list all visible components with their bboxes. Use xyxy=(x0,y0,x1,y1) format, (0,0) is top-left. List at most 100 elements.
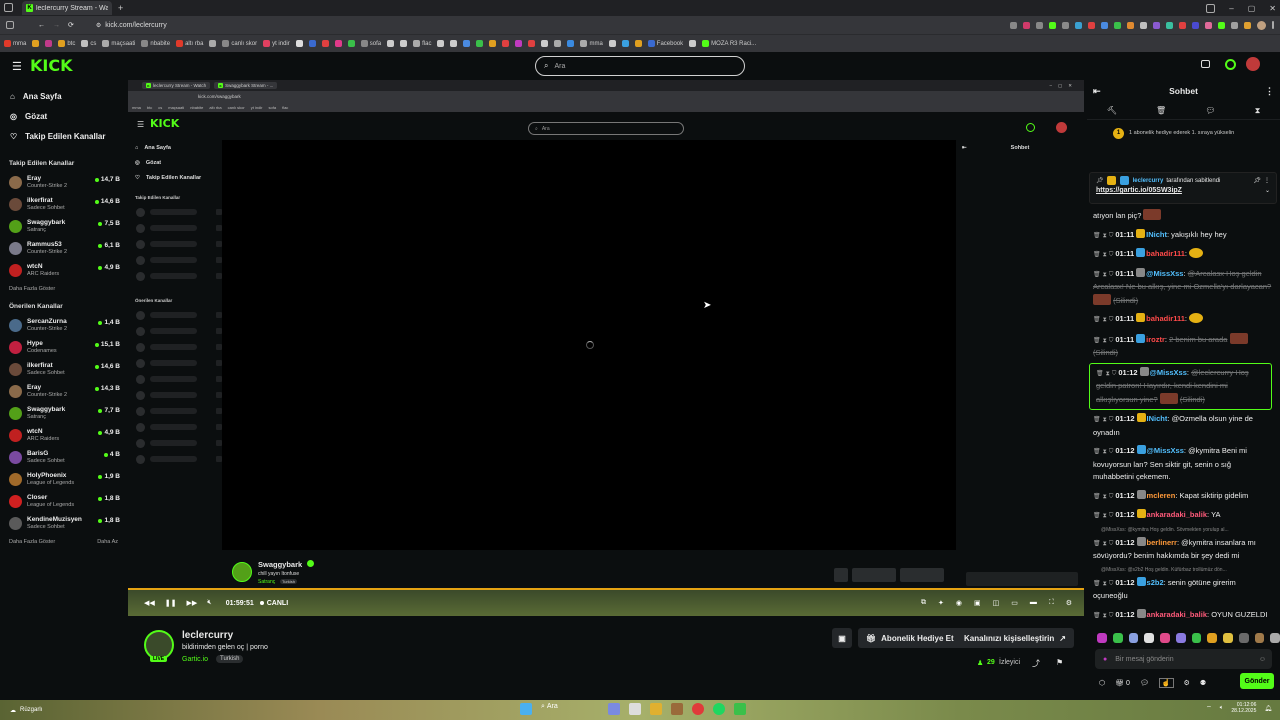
bookmark-item[interactable]: canlı skor xyxy=(222,40,257,47)
chat-message[interactable]: 🗑︎ ⧗ ⛉ 01:12 INicht: @Ozmella olsun yine de … xyxy=(1087,410,1280,442)
chat-username[interactable]: s2b2 xyxy=(1147,578,1164,587)
extension-icon[interactable] xyxy=(1088,21,1095,29)
sidebar-channel[interactable]: Eray Counter-Strike 2 14,3 B xyxy=(0,380,128,402)
hourglass-icon[interactable]: ⧗ xyxy=(1103,317,1107,323)
fullscreen-icon[interactable]: ⛶ xyxy=(1049,599,1054,607)
rewind-icon[interactable]: ◀◀ xyxy=(144,599,155,607)
emote-icon[interactable] xyxy=(1223,633,1233,643)
trash-icon[interactable]: 🗑︎ xyxy=(1156,106,1166,115)
settings-icon[interactable]: ⚙ xyxy=(1184,679,1190,687)
avatar[interactable] xyxy=(1246,57,1260,71)
back-icon[interactable]: ← xyxy=(38,22,45,29)
extension-icon[interactable] xyxy=(1062,21,1069,29)
sidebar-channel[interactable]: ilkerfirat Sadece Sohbet 14,6 B xyxy=(0,193,128,215)
unpin-icon[interactable]: 📌︎ xyxy=(1253,177,1261,184)
miniplayer-icon[interactable]: ▭ xyxy=(1011,599,1018,607)
ban-hammer-icon[interactable]: 🔨︎ xyxy=(1107,106,1117,115)
chat-message[interactable]: 🗑︎ ⧗ ⛉ 01:12 ankaradaki_balik: OYUN GUZELDI xyxy=(1087,606,1280,626)
clip-icon[interactable]: ⧉ xyxy=(921,599,926,607)
report-icon[interactable]: ⚑ xyxy=(1056,658,1063,667)
bookmark-item[interactable]: Facebook xyxy=(647,40,683,47)
chat-message[interactable]: 🗑︎ ⧗ ⛉ 01:11 @MissXss: @Arcalasx Hoş geldin … xyxy=(1087,265,1280,311)
kebab-menu-icon[interactable]: ⋮ xyxy=(1264,177,1270,184)
bookmark-item[interactable] xyxy=(554,40,562,47)
weather-icon[interactable]: ☁ xyxy=(10,707,16,714)
emote-icon[interactable] xyxy=(1254,633,1265,643)
chat-username[interactable]: ankaradaki_balik xyxy=(1147,510,1207,519)
vivaldi-icon[interactable] xyxy=(691,703,704,715)
bookmark-item[interactable]: mma xyxy=(4,40,26,47)
bookmark-item[interactable]: sofa xyxy=(360,40,381,47)
emote-icon[interactable] xyxy=(1112,633,1123,643)
bookmark-item[interactable]: btc xyxy=(58,40,75,47)
taskview-icon[interactable] xyxy=(628,703,641,715)
chevron-down-icon[interactable]: ⌄ xyxy=(1265,187,1270,194)
sparkle-icon[interactable]: ✦ xyxy=(938,599,944,607)
hourglass-icon[interactable]: ⧗ xyxy=(1103,449,1107,455)
bookmark-item[interactable] xyxy=(437,40,445,47)
bookmark-item[interactable] xyxy=(387,40,395,47)
extension-icon[interactable] xyxy=(1140,21,1147,29)
hourglass-icon[interactable]: ⧗ xyxy=(1106,371,1110,377)
maximize-icon[interactable]: ▢ xyxy=(1248,4,1256,13)
search-input[interactable]: ⌕ Ara xyxy=(535,56,745,76)
chat-message[interactable]: 🗑︎ ⧗ ⛉ 01:12 ankaradaki_balik: YA xyxy=(1087,506,1280,526)
mute-icon[interactable]: 🔇︎ xyxy=(207,599,211,607)
chat-username[interactable]: @MissXss xyxy=(1147,446,1184,455)
extension-icon[interactable] xyxy=(1192,21,1199,29)
chat-username[interactable]: mcleren xyxy=(1147,491,1176,500)
hourglass-icon[interactable]: ⧗ xyxy=(1103,233,1107,239)
chat-bubble-icon[interactable]: 💬︎ xyxy=(1205,106,1215,115)
trash-icon[interactable]: 🗑︎ xyxy=(1093,513,1101,519)
pip-icon[interactable]: ◫ xyxy=(993,599,1000,607)
windows-start-icon[interactable] xyxy=(520,703,532,715)
bookmark-item[interactable]: flac xyxy=(413,40,431,47)
kick-points-icon[interactable] xyxy=(1225,59,1236,70)
chat-username[interactable]: bahadir111 xyxy=(1146,249,1185,258)
chat-username[interactable]: berlinerr xyxy=(1147,538,1177,547)
chat-message[interactable]: 🗑︎ ⧗ ⛉ 01:11 bahadir111: xyxy=(1087,310,1280,330)
reload-icon[interactable]: ⟳ xyxy=(68,21,74,29)
emote-icon[interactable] xyxy=(1270,633,1280,643)
trash-icon[interactable]: 🗑︎ xyxy=(1093,417,1101,423)
browser-menu-icon[interactable] xyxy=(4,3,13,12)
extension-icon[interactable] xyxy=(1244,21,1251,29)
trash-icon[interactable]: 🗑︎ xyxy=(1093,613,1101,619)
site-info-icon[interactable]: ⚙ xyxy=(96,22,101,29)
chat-message[interactable]: 🗑︎ ⧗ ⛉ 01:11 iroztr: 2 benim bu arada (Silin… xyxy=(1087,330,1280,363)
sidebar-toggle-icon[interactable] xyxy=(6,21,14,29)
chat-username[interactable]: INicht xyxy=(1147,414,1168,423)
hourglass-icon[interactable]: ⧗ xyxy=(1103,513,1107,519)
wifi-icon[interactable]: ⌔ xyxy=(1206,704,1212,712)
chat-message[interactable]: 🗑︎ ⧗ ⛉ 01:12 mcleren: Kapat siktirip gidelim xyxy=(1087,487,1280,507)
bookmark-item[interactable] xyxy=(528,40,536,47)
sidebar-channel[interactable]: SercanZurna Counter-Strike 2 1,4 B xyxy=(0,314,128,336)
show-more-label[interactable]: Daha Fazla Göster xyxy=(9,539,55,545)
new-tab-icon[interactable]: + xyxy=(118,3,123,13)
trash-icon[interactable]: 🗑︎ xyxy=(1093,449,1101,455)
app-icon[interactable] xyxy=(670,703,683,715)
reply-preview[interactable]: @MissXss: @kymitra Hoş geldin. Sövmekten… xyxy=(1087,526,1280,534)
chat-message[interactable]: 🗑︎ ⧗ ⛉ 01:11 INicht: yakışıklı hey hey xyxy=(1087,226,1280,246)
sidebar-channel[interactable]: HolyPhoenix League of Legends 1,9 B xyxy=(0,468,128,490)
hourglass-icon[interactable]: ⧗ xyxy=(1255,106,1261,116)
emote-icon[interactable] xyxy=(1238,633,1249,643)
gift-icon[interactable]: 🎁︎ xyxy=(1115,679,1124,687)
speed-icon[interactable]: ◉ xyxy=(956,599,962,607)
bookmark-item[interactable] xyxy=(463,40,471,47)
bookmark-item[interactable] xyxy=(321,40,329,47)
hourglass-icon[interactable]: ⧗ xyxy=(1103,417,1107,423)
sidebar-channel[interactable]: wtcN ARC Raiders 4,9 B xyxy=(0,424,128,446)
kick-points-icon[interactable]: ⬡ xyxy=(1099,679,1105,687)
chat-message[interactable]: atıyon lan piç? xyxy=(1087,206,1280,226)
trash-icon[interactable]: 🗑︎ xyxy=(1093,494,1101,500)
settings-icon[interactable]: ⚙ xyxy=(1066,599,1072,607)
close-icon[interactable]: ✕ xyxy=(1269,4,1276,13)
bookmark-item[interactable] xyxy=(489,40,497,47)
bookmark-item[interactable] xyxy=(450,40,458,47)
pause-icon[interactable]: ❚❚ xyxy=(165,599,177,607)
hourglass-icon[interactable]: ⧗ xyxy=(1103,613,1107,619)
bookmark-item[interactable] xyxy=(334,40,342,47)
nav-browse[interactable]: ◎ Gözat xyxy=(0,106,128,126)
nav-following[interactable]: ♡ Takip Edilen Kanallar xyxy=(0,126,128,146)
